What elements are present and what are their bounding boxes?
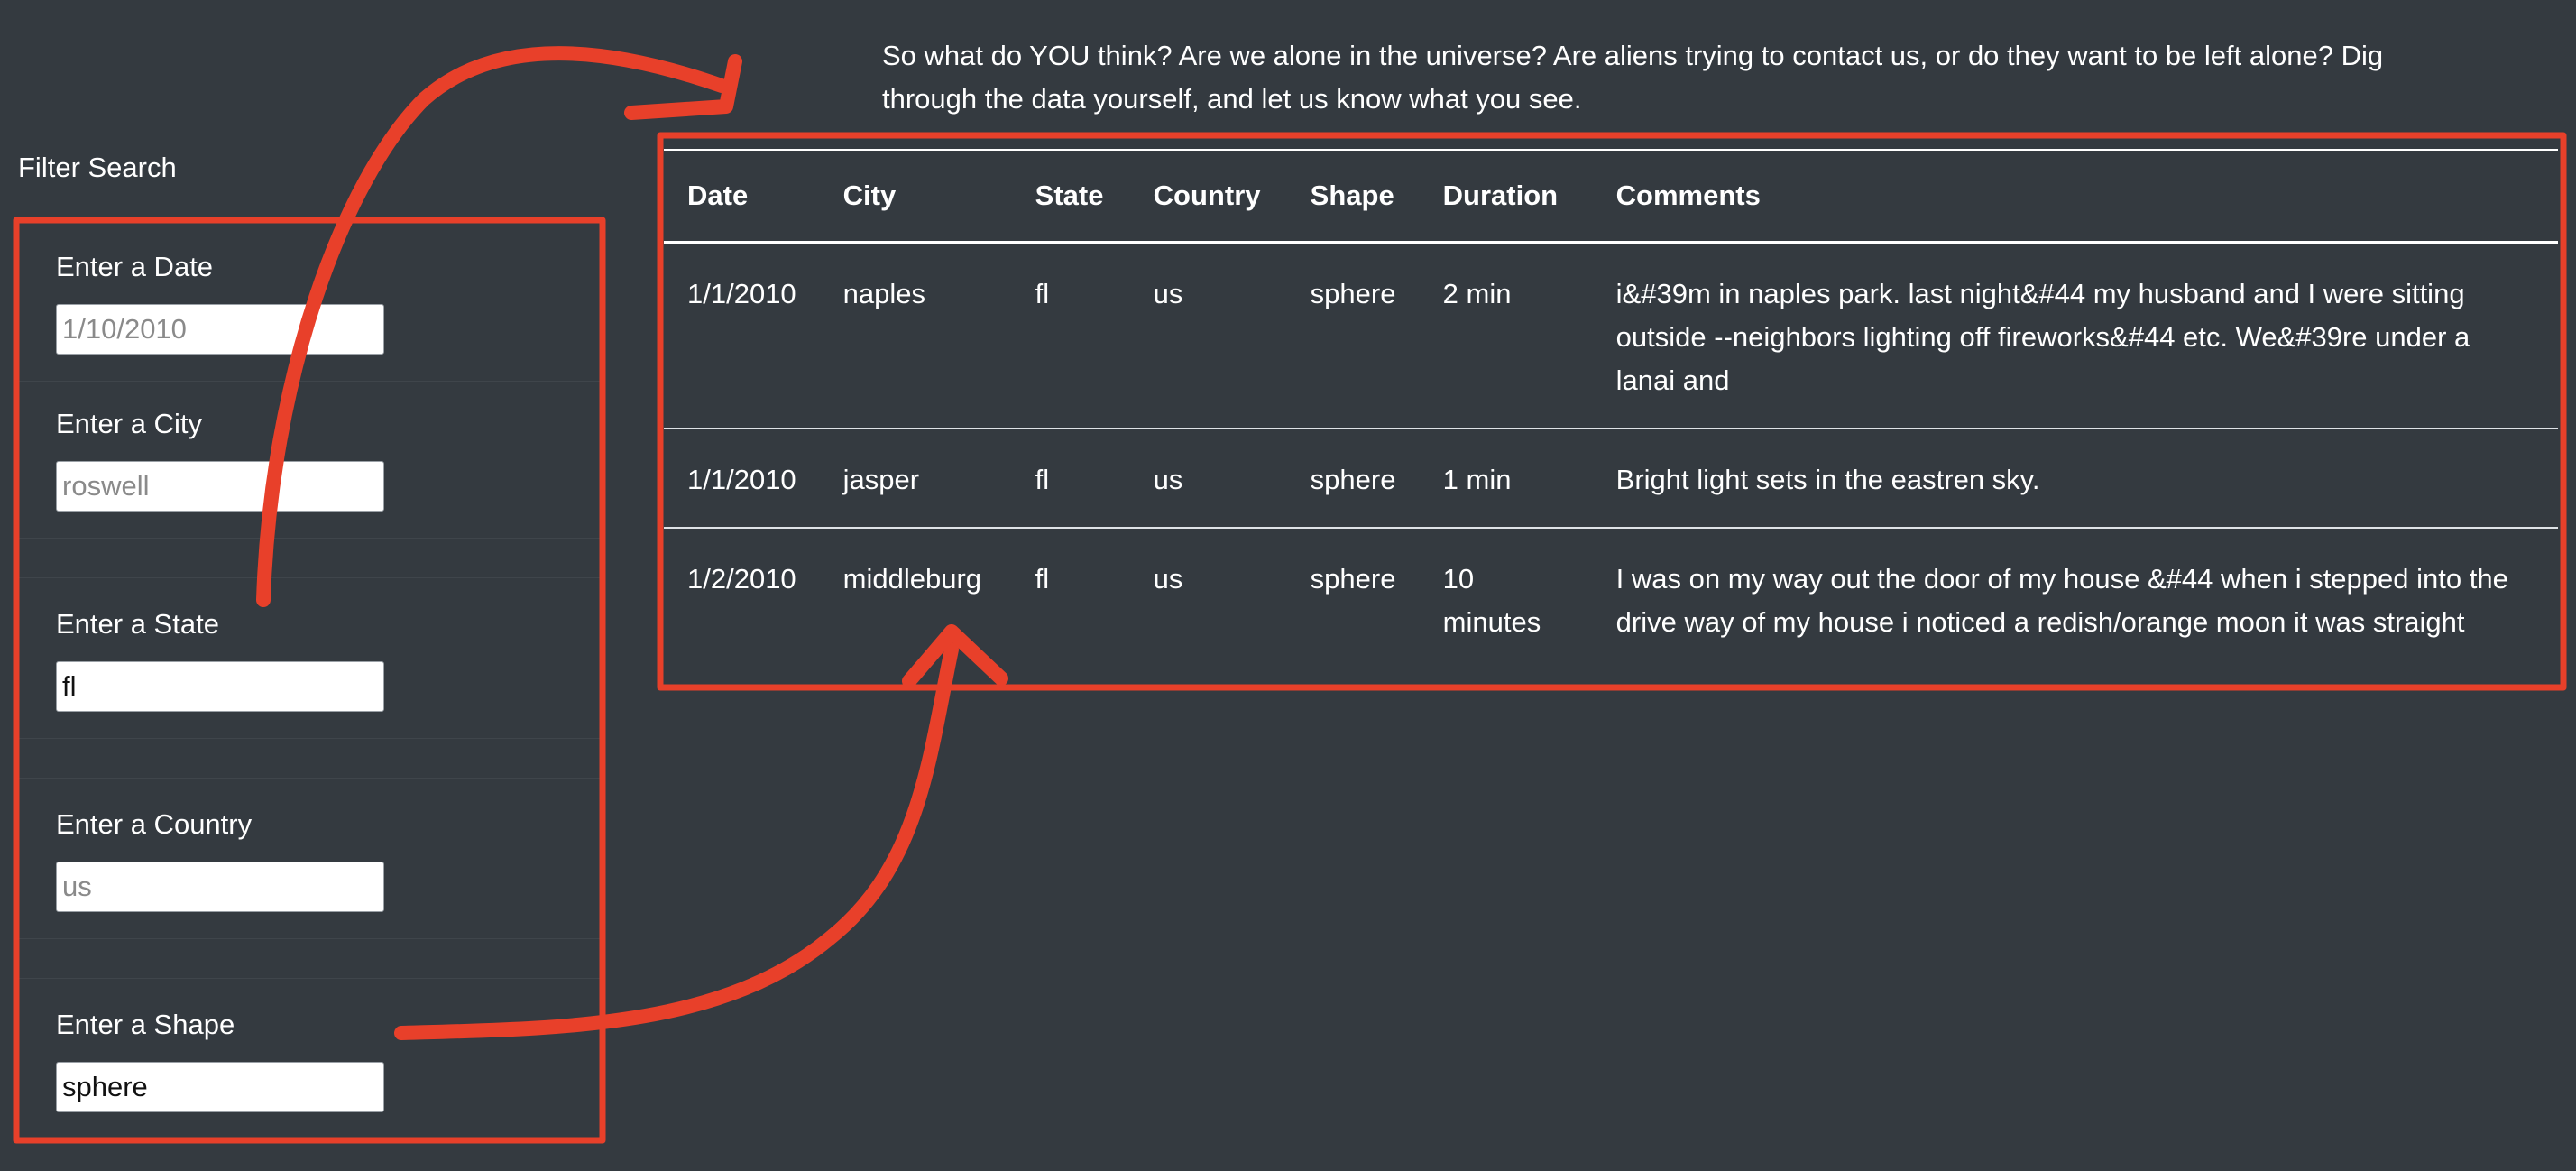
country-input[interactable] <box>56 862 384 912</box>
shape-input[interactable] <box>56 1062 384 1112</box>
cell-date: 1/1/2010 <box>687 278 796 309</box>
table-row: 1/1/2010 naples fl us sphere 2 min i&#39… <box>664 243 2558 429</box>
cell-city: jasper <box>842 464 920 495</box>
header-duration: Duration <box>1442 180 1559 211</box>
header-country: Country <box>1153 180 1261 211</box>
cell-country: us <box>1153 278 1183 309</box>
filter-group-date: Enter a Date <box>18 224 601 382</box>
cell-state: fl <box>1035 563 1050 595</box>
state-label: Enter a State <box>56 608 219 640</box>
state-input[interactable] <box>56 661 384 712</box>
cell-shape: sphere <box>1310 278 1396 309</box>
shape-label: Enter a Shape <box>56 1009 235 1040</box>
country-label: Enter a Country <box>56 808 253 840</box>
cell-date: 1/1/2010 <box>687 464 796 495</box>
cell-duration: 10 minutes <box>1442 563 1541 638</box>
cell-duration: 1 min <box>1442 464 1512 495</box>
cell-city: middleburg <box>842 563 982 595</box>
cell-shape: sphere <box>1310 563 1396 595</box>
table-row: 1/1/2010 jasper fl us sphere 1 min Brigh… <box>664 429 2558 528</box>
header-state: State <box>1035 180 1104 211</box>
date-input[interactable] <box>56 304 384 355</box>
date-label: Enter a Date <box>56 251 214 282</box>
filter-panel: Enter a Date Enter a City Enter a State … <box>18 224 601 1140</box>
header-comments: Comments <box>1615 180 1761 211</box>
ufo-sightings-table: Date City State Country Shape Duration C… <box>664 149 2558 669</box>
cell-country: us <box>1153 563 1183 595</box>
header-date: Date <box>687 180 749 211</box>
cell-comments: i&#39m in naples park. last night&#44 my… <box>1615 278 2470 396</box>
state-arrowhead <box>624 54 742 120</box>
table-header-row: Date City State Country Shape Duration C… <box>664 150 2558 243</box>
city-label: Enter a City <box>56 408 202 439</box>
cell-comments: I was on my way out the door of my house… <box>1615 563 2508 638</box>
cell-date: 1/2/2010 <box>687 563 796 595</box>
page: So what do YOU think? Are we alone in th… <box>0 0 2576 1171</box>
intro-text: So what do YOU think? Are we alone in th… <box>882 40 2384 115</box>
cell-city: naples <box>842 278 926 309</box>
cell-state: fl <box>1035 464 1050 495</box>
cell-duration: 2 min <box>1442 278 1512 309</box>
ufo-table-wrapper: Date City State Country Shape Duration C… <box>664 149 2558 669</box>
filter-group-shape: Enter a Shape <box>18 982 601 1139</box>
header-shape: Shape <box>1310 180 1394 211</box>
city-input[interactable] <box>56 461 384 512</box>
filter-search-title: Filter Search <box>18 152 177 183</box>
cell-country: us <box>1153 464 1183 495</box>
header-city: City <box>842 180 897 211</box>
table-row: 1/2/2010 middleburg fl us sphere 10 minu… <box>664 528 2558 669</box>
filter-spacer <box>18 938 601 979</box>
cell-comments: Bright light sets in the eastren sky. <box>1615 464 2040 495</box>
filter-group-country: Enter a Country <box>18 781 601 939</box>
cell-state: fl <box>1035 278 1050 309</box>
filter-spacer <box>18 738 601 779</box>
cell-shape: sphere <box>1310 464 1396 495</box>
filter-group-state: Enter a State <box>18 581 601 739</box>
filter-group-city: Enter a City <box>18 381 601 539</box>
filter-spacer <box>18 538 601 578</box>
